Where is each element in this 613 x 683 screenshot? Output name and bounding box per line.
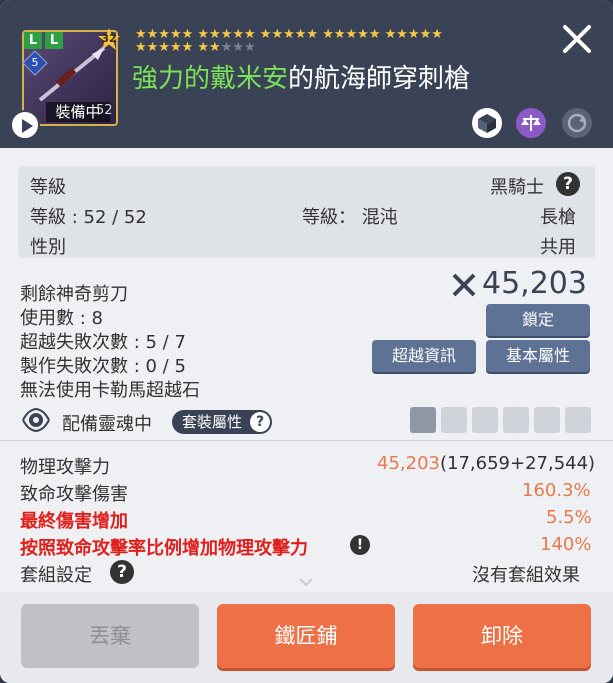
attr-value: 沒有套組效果 (472, 565, 580, 586)
bridge-slot-icon[interactable] (534, 407, 560, 433)
attr-label: 最終傷害增加 (20, 511, 128, 532)
cube-icon[interactable] (472, 108, 502, 138)
wing-slot-icon[interactable] (472, 407, 498, 433)
exceed-info-button[interactable]: 超越資訊 (372, 340, 476, 372)
star-slot-icon[interactable] (565, 407, 591, 433)
attr-value: 160.3% (522, 480, 591, 501)
scale-icon[interactable] (516, 108, 546, 138)
item-icon[interactable]: L L 32 5 裝備中 52 (22, 28, 120, 126)
exceed-fail-label: 超越失敗次數 : 5 / 7 (20, 332, 186, 353)
soul-label: 配備靈魂中 (62, 414, 152, 435)
combat-power: 45,203 (482, 266, 587, 301)
level-value: 等級 : 52 / 52 (30, 207, 147, 228)
gender-value: 共用 (540, 237, 576, 258)
set-attr-help-icon: ? (250, 412, 270, 432)
reset-icon[interactable] (562, 108, 592, 138)
attr-label: 物理攻擊力 (20, 457, 110, 478)
attr-value: 140% (540, 534, 592, 555)
chevron-down-icon[interactable] (298, 577, 314, 587)
emblem-slot-icon[interactable] (441, 407, 467, 433)
item-title: 強力的戴米安的航海師穿刺槍 (132, 64, 471, 94)
crossed-swords-icon (452, 273, 476, 297)
attr-label: 套組設定 (20, 565, 92, 586)
uses-label: 使用數 : 8 (20, 308, 103, 329)
unequip-button[interactable]: 卸除 (413, 604, 591, 668)
set-attr-pill[interactable]: 套裝屬性? (172, 410, 272, 434)
warning-icon[interactable]: ! (350, 535, 370, 555)
set-help-icon[interactable]: ? (110, 560, 134, 584)
item-detail-panel: L L 32 5 裝備中 52 ★★★★★ ★★★★★ ★★★★★ ★★★★★ … (0, 0, 613, 683)
attr-value: 45,203(17,659+27,544) (377, 453, 596, 474)
level-label: 等級 (30, 177, 66, 198)
weapon-type: 長槍 (540, 207, 576, 228)
grade-label: 等級： 混沌 (302, 207, 398, 228)
gender-label: 性別 (30, 237, 66, 258)
smith-button[interactable]: 鐵匠鋪 (217, 604, 395, 668)
weapon-slot-icon[interactable] (410, 407, 436, 433)
scissors-label: 剩餘神奇剪刀 (20, 284, 128, 305)
attr-label: 致命攻擊傷害 (20, 484, 128, 505)
attr-label: 按照致命攻擊率比例增加物理攻擊力 (20, 538, 308, 559)
job-help-icon[interactable]: ? (556, 172, 580, 196)
no-karma-label: 無法使用卡勒馬超越石 (20, 380, 200, 401)
soul-icon (22, 407, 50, 433)
job-label: 黑騎士 (490, 177, 544, 198)
play-button[interactable] (10, 110, 40, 140)
craft-fail-label: 製作失敗次數 : 0 / 5 (20, 356, 186, 377)
lock-button[interactable]: 鎖定 (486, 304, 590, 336)
divider (0, 440, 613, 441)
close-icon[interactable] (560, 22, 594, 56)
item-header: L L 32 5 裝備中 52 ★★★★★ ★★★★★ ★★★★★ ★★★★★ … (0, 0, 613, 148)
gear-slot-icon[interactable] (503, 407, 529, 433)
equip-number: 52 (96, 103, 113, 118)
spear-icon (38, 46, 106, 102)
discard-button[interactable]: 丟棄 (21, 604, 199, 668)
attr-value: 5.5% (546, 507, 592, 528)
basic-attr-button[interactable]: 基本屬性 (486, 340, 590, 372)
star-force-stars: ★★★★★ ★★★★★ ★★★★★ ★★★★★ ★★★★★ ★★★★★ ★★★★… (135, 27, 443, 55)
